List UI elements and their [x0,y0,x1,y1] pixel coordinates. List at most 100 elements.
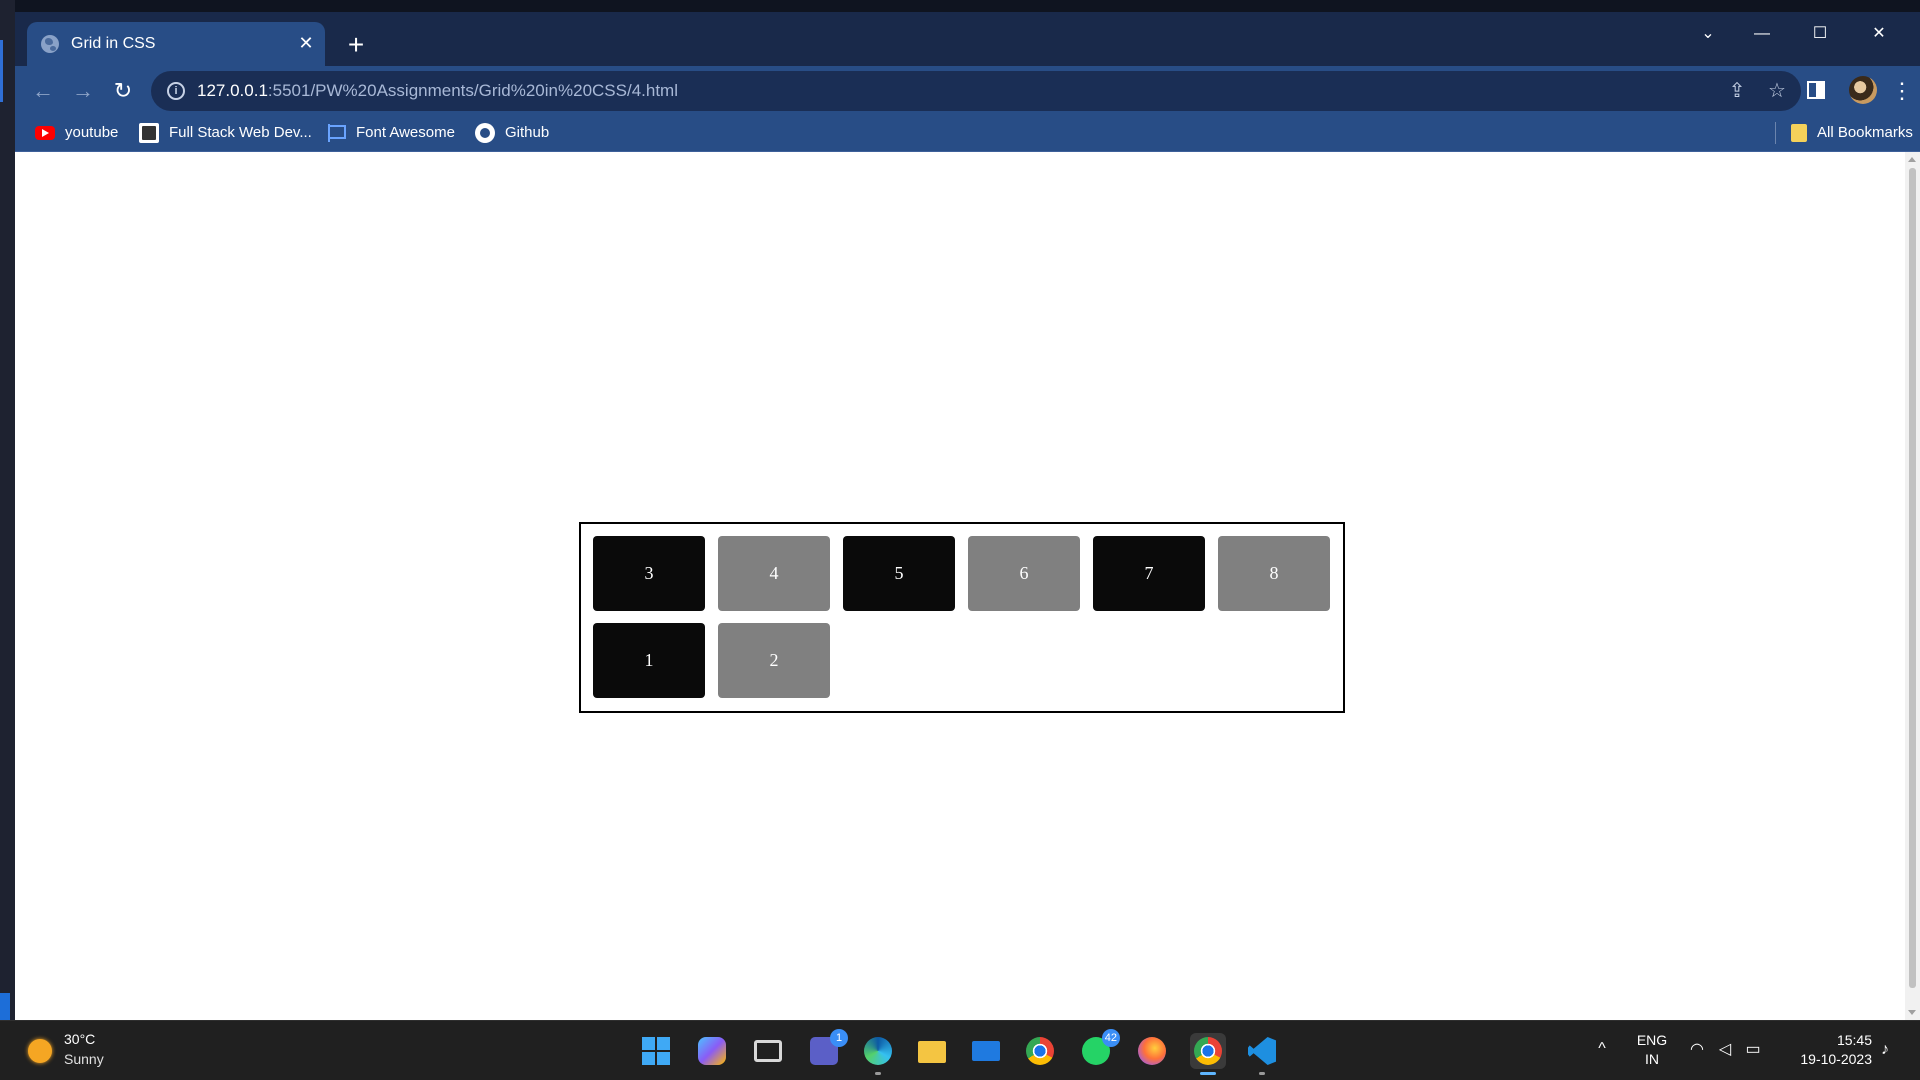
vscode-icon [1248,1037,1276,1065]
whatsapp-badge: 42 [1101,1029,1120,1047]
desktop-left-edge [0,0,15,1020]
all-bookmarks-label: All Bookmarks [1817,124,1913,141]
edge-icon [864,1037,892,1065]
taskbar: 30°C Sunny 1 42 ^ ENG IN ◠ ◁ ▭ 15:45 19-… [0,1020,1920,1080]
url-text[interactable]: 127.0.0.1:5501/PW%20Assignments/Grid%20i… [197,81,678,101]
maximize-button[interactable]: ☐ [1792,16,1848,52]
grid-item: 8 [1218,536,1330,611]
running-indicator [1259,1072,1265,1075]
bookmark-label: youtube [65,124,119,141]
grid-item: 6 [968,536,1080,611]
tab-search-button[interactable]: ⌄ [1680,16,1736,52]
mail-icon [972,1041,1000,1061]
volume-icon[interactable]: ◁ [1714,1039,1736,1061]
clock-date: 19-10-2023 [1800,1051,1872,1067]
copilot-pre-button[interactable] [694,1033,730,1069]
url-path: :5501/PW%20Assignments/Grid%20in%20CSS/4… [267,81,678,100]
bookmark-label: Full Stack Web Dev... [169,124,312,141]
file-explorer-button[interactable] [914,1033,950,1069]
minimize-button[interactable]: — [1734,16,1790,52]
desktop-accent [0,993,10,1020]
browser-toolbar: ← → ↻ i 127.0.0.1:5501/PW%20Assignments/… [15,66,1920,114]
battery-icon[interactable]: ▭ [1742,1039,1764,1061]
bookmark-font-awesome[interactable]: Font Awesome [328,122,455,144]
tab-strip: Grid in CSS ✕ + ⌄ — ☐ ✕ [15,12,1920,66]
bookmarks-bar: youtube Full Stack Web Dev... Font Aweso… [15,114,1920,152]
tab-close-icon[interactable]: ✕ [295,32,317,54]
fullstack-icon [139,123,159,144]
grid-item: 1 [593,623,705,698]
mail-button[interactable] [968,1033,1004,1069]
copilot-pre-icon [698,1037,726,1065]
tab-title: Grid in CSS [71,35,156,52]
all-bookmarks-button[interactable]: All Bookmarks [1791,122,1913,144]
address-bar[interactable]: i 127.0.0.1:5501/PW%20Assignments/Grid%2… [151,71,1801,111]
clock-time: 15:45 [1836,1032,1872,1048]
input-language-button[interactable]: ENG IN [1634,1031,1670,1069]
page-viewport: 3 4 5 6 7 8 1 2 [15,152,1920,1020]
bookmarks-divider [1775,122,1776,144]
scroll-down-icon[interactable] [1908,1010,1916,1015]
chrome-profile-button[interactable] [1190,1033,1226,1075]
bookmark-youtube[interactable]: youtube [35,122,118,144]
scroll-up-icon[interactable] [1908,157,1916,162]
file-explorer-icon [918,1041,946,1063]
url-host: 127.0.0.1 [197,81,268,100]
grid-container: 3 4 5 6 7 8 1 2 [579,522,1345,713]
start-icon [642,1037,670,1065]
grid-item: 4 [718,536,830,611]
weather-temperature[interactable]: 30°C [64,1031,95,1047]
back-arrow-icon[interactable]: ← [27,76,59,106]
tab-grid-in-css[interactable]: Grid in CSS ✕ [27,22,325,66]
weather-description[interactable]: Sunny [64,1051,104,1067]
close-window-button[interactable]: ✕ [1851,16,1907,52]
bookmark-label: Font Awesome [356,124,455,141]
language-code: ENG [1636,1032,1668,1048]
share-icon[interactable]: ⇪ [1723,77,1751,105]
folder-icon [1791,124,1807,143]
grid-item: 5 [843,536,955,611]
teams-button[interactable]: 1 [806,1029,848,1069]
browser-window: Grid in CSS ✕ + ⌄ — ☐ ✕ ← → ↻ i 127.0.0.… [15,12,1920,1020]
new-tab-button[interactable]: + [341,30,371,60]
site-info-icon[interactable]: i [167,82,185,100]
desktop-accent [0,40,3,102]
vertical-scrollbar[interactable] [1905,152,1920,1020]
bookmark-label: Github [505,124,550,141]
wifi-icon[interactable]: ◠ [1686,1039,1708,1061]
start-button[interactable] [638,1033,674,1069]
chrome-icon [1026,1037,1054,1065]
notification-bell-icon[interactable]: ♪ [1874,1039,1896,1061]
language-region: IN [1645,1051,1659,1067]
side-panel-icon[interactable] [1807,81,1825,99]
whatsapp-button[interactable]: 42 [1078,1029,1120,1069]
weather-sun-icon[interactable] [28,1039,52,1063]
firefox-icon [1138,1037,1166,1065]
clock[interactable]: 15:45 19-10-2023 [1780,1031,1872,1069]
grid-item: 3 [593,536,705,611]
bookmark-full-stack[interactable]: Full Stack Web Dev... [139,122,312,144]
youtube-icon [35,126,55,141]
teams-badge: 1 [830,1029,848,1047]
github-icon [475,123,495,144]
chrome-button[interactable] [1022,1033,1058,1069]
profile-avatar[interactable] [1849,76,1877,104]
running-indicator [875,1072,881,1075]
bookmark-star-icon[interactable]: ☆ [1763,77,1791,105]
forward-arrow-icon[interactable]: → [67,76,99,106]
bookmark-github[interactable]: Github [475,122,549,144]
firefox-button[interactable] [1134,1033,1170,1069]
menu-dots-icon[interactable]: ⋮ [1891,76,1913,106]
task-view-icon [754,1040,782,1062]
vscode-button[interactable] [1244,1033,1280,1075]
flag-icon [328,124,346,143]
running-indicator [1200,1072,1216,1075]
task-view-button[interactable] [750,1033,786,1069]
grid-item: 2 [718,623,830,698]
grid-item: 7 [1093,536,1205,611]
edge-button[interactable] [860,1033,896,1075]
scrollbar-thumb[interactable] [1909,168,1916,988]
globe-icon [41,35,59,53]
reload-icon[interactable]: ↻ [107,76,139,106]
show-hidden-icons-button[interactable]: ^ [1592,1039,1612,1059]
